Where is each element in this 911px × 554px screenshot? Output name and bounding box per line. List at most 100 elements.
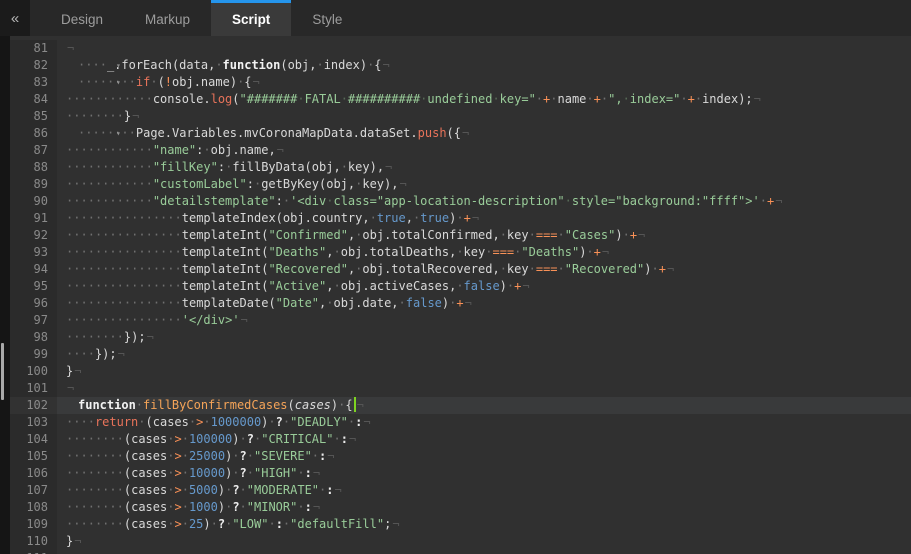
- line-number[interactable]: 104: [10, 431, 57, 448]
- code-text[interactable]: ········(cases·>·100000)·?·"CRITICAL"·:¬: [57, 431, 911, 448]
- code-text[interactable]: ················templateInt("Confirmed",…: [57, 227, 911, 244]
- line-number[interactable]: 94: [10, 261, 57, 278]
- code-line[interactable]: 103····return·(cases·>·1000000)·?·"DEADL…: [0, 414, 911, 431]
- code-text[interactable]: ············"fillKey":·fillByData(obj,·k…: [57, 159, 911, 176]
- tab-style[interactable]: Style: [291, 0, 363, 36]
- code-text[interactable]: ········(cases·>·25000)·?·"SEVERE"·:¬: [57, 448, 911, 465]
- tab-markup[interactable]: Markup: [124, 0, 211, 36]
- line-number[interactable]: 92: [10, 227, 57, 244]
- code-line[interactable]: 108········(cases·>·1000)·?·"MINOR"·:¬: [0, 499, 911, 516]
- line-number[interactable]: 85: [10, 108, 57, 125]
- code-line[interactable]: 100}¬: [0, 363, 911, 380]
- code-text[interactable]: ················'</div>'¬: [57, 312, 911, 329]
- code-text[interactable]: ················templateInt("Active",·ob…: [57, 278, 911, 295]
- code-line[interactable]: 89············"customLabel":·getByKey(ob…: [0, 176, 911, 193]
- line-number[interactable]: 100: [10, 363, 57, 380]
- code-line[interactable]: 92················templateInt("Confirmed…: [0, 227, 911, 244]
- line-number[interactable]: 90: [10, 193, 57, 210]
- line-number[interactable]: 108: [10, 499, 57, 516]
- code-text[interactable]: ················templateInt("Recovered",…: [57, 261, 911, 278]
- code-line[interactable]: 81¬: [0, 40, 911, 57]
- code-line[interactable]: 94················templateInt("Recovered…: [0, 261, 911, 278]
- code-text[interactable]: ········(cases·>·10000)·?·"HIGH"·:¬: [57, 465, 911, 482]
- code-line[interactable]: 105········(cases·>·25000)·?·"SEVERE"·:¬: [0, 448, 911, 465]
- code-text[interactable]: ¬: [57, 380, 911, 397]
- line-number[interactable]: 101: [10, 380, 57, 397]
- line-number[interactable]: 89: [10, 176, 57, 193]
- line-number[interactable]: 93: [10, 244, 57, 261]
- line-number[interactable]: 91: [10, 210, 57, 227]
- code-line[interactable]: 88············"fillKey":·fillByData(obj,…: [0, 159, 911, 176]
- code-text[interactable]: va: [57, 550, 911, 554]
- code-line[interactable]: 95················templateInt("Active",·…: [0, 278, 911, 295]
- line-number[interactable]: 95: [10, 278, 57, 295]
- line-number[interactable]: 83: [10, 74, 57, 91]
- code-text[interactable]: ····return·(cases·>·1000000)·?·"DEADLY"·…: [57, 414, 911, 431]
- line-number[interactable]: 106: [10, 465, 57, 482]
- line-number[interactable]: 87: [10, 142, 57, 159]
- code-line[interactable]: 98········});¬: [0, 329, 911, 346]
- line-number[interactable]: 82: [10, 57, 57, 74]
- code-text[interactable]: ················templateIndex(obj.countr…: [57, 210, 911, 227]
- tab-design[interactable]: Design: [40, 0, 124, 36]
- code-line[interactable]: 90············"detailstemplate":·'<div·c…: [0, 193, 911, 210]
- code-line[interactable]: 106········(cases·>·10000)·?·"HIGH"·:¬: [0, 465, 911, 482]
- code-line[interactable]: 101¬: [0, 380, 911, 397]
- code-text[interactable]: ············console.log("#######·FATAL·#…: [57, 91, 911, 108]
- code-line[interactable]: 91················templateIndex(obj.coun…: [0, 210, 911, 227]
- line-number[interactable]: 102: [10, 397, 57, 414]
- line-number[interactable]: 96: [10, 295, 57, 312]
- code-text[interactable]: ········Page.Variables.mvCoronaMapData.d…: [69, 125, 911, 142]
- code-line[interactable]: 85········}¬: [0, 108, 911, 125]
- tab-script[interactable]: Script: [211, 0, 291, 36]
- code-text[interactable]: ····_.forEach(data,·function(obj,·index)…: [69, 57, 911, 74]
- left-scrollbar-thumb[interactable]: [1, 343, 4, 400]
- line-number[interactable]: 103: [10, 414, 57, 431]
- line-number[interactable]: 111: [10, 550, 57, 554]
- code-text[interactable]: ················templateDate("Date",·obj…: [57, 295, 911, 312]
- code-text[interactable]: function·fillByConfirmedCases(cases)·{¬: [69, 397, 911, 414]
- code-line[interactable]: 84············console.log("#######·FATAL…: [0, 91, 911, 108]
- line-number[interactable]: 110: [10, 533, 57, 550]
- code-line[interactable]: 102▾function·fillByConfirmedCases(cases)…: [0, 397, 911, 414]
- code-line[interactable]: 86▾········Page.Variables.mvCoronaMapDat…: [0, 125, 911, 142]
- code-line[interactable]: 109········(cases·>·25)·?·"LOW"·:·"defau…: [0, 516, 911, 533]
- collapse-panel-button[interactable]: «: [0, 0, 30, 36]
- code-text[interactable]: ············"name":·obj.name,¬: [57, 142, 911, 159]
- line-number[interactable]: 105: [10, 448, 57, 465]
- code-text[interactable]: ········(cases·>·1000)·?·"MINOR"·:¬: [57, 499, 911, 516]
- line-number[interactable]: 97: [10, 312, 57, 329]
- code-line[interactable]: 93················templateInt("Deaths",·…: [0, 244, 911, 261]
- eol-mark: ¬: [147, 330, 154, 344]
- code-text[interactable]: }¬: [57, 533, 911, 550]
- code-line[interactable]: 99····});¬: [0, 346, 911, 363]
- code-text[interactable]: ¬: [57, 40, 911, 57]
- code-line[interactable]: 97················'</div>'¬: [0, 312, 911, 329]
- line-number[interactable]: 86: [10, 125, 57, 142]
- code-line[interactable]: 104········(cases·>·100000)·?·"CRITICAL"…: [0, 431, 911, 448]
- code-line[interactable]: 83▾········if·(!obj.name)·{¬: [0, 74, 911, 91]
- code-text[interactable]: ········}¬: [57, 108, 911, 125]
- code-line[interactable]: 107········(cases·>·5000)·?·"MODERATE"·:…: [0, 482, 911, 499]
- code-text[interactable]: ········(cases·>·25)·?·"LOW"·:·"defaultF…: [57, 516, 911, 533]
- line-number[interactable]: 88: [10, 159, 57, 176]
- code-text[interactable]: ············"detailstemplate":·'<div·cla…: [57, 193, 911, 210]
- line-number[interactable]: 99: [10, 346, 57, 363]
- code-line[interactable]: 111va: [0, 550, 911, 554]
- line-number[interactable]: 98: [10, 329, 57, 346]
- code-text[interactable]: ········(cases·>·5000)·?·"MODERATE"·:¬: [57, 482, 911, 499]
- code-line[interactable]: 110}¬: [0, 533, 911, 550]
- code-text[interactable]: }¬: [57, 363, 911, 380]
- code-text[interactable]: ····});¬: [57, 346, 911, 363]
- line-number[interactable]: 109: [10, 516, 57, 533]
- code-text[interactable]: ············"customLabel":·getByKey(obj,…: [57, 176, 911, 193]
- code-text[interactable]: ········});¬: [57, 329, 911, 346]
- line-number[interactable]: 107: [10, 482, 57, 499]
- code-text[interactable]: ················templateInt("Deaths",·ob…: [57, 244, 911, 261]
- code-text[interactable]: ········if·(!obj.name)·{¬: [69, 74, 911, 91]
- code-line[interactable]: 82▾····_.forEach(data,·function(obj,·ind…: [0, 57, 911, 74]
- code-line[interactable]: 96················templateDate("Date",·o…: [0, 295, 911, 312]
- line-number[interactable]: 84: [10, 91, 57, 108]
- code-line[interactable]: 87············"name":·obj.name,¬: [0, 142, 911, 159]
- line-number[interactable]: 81: [10, 40, 57, 57]
